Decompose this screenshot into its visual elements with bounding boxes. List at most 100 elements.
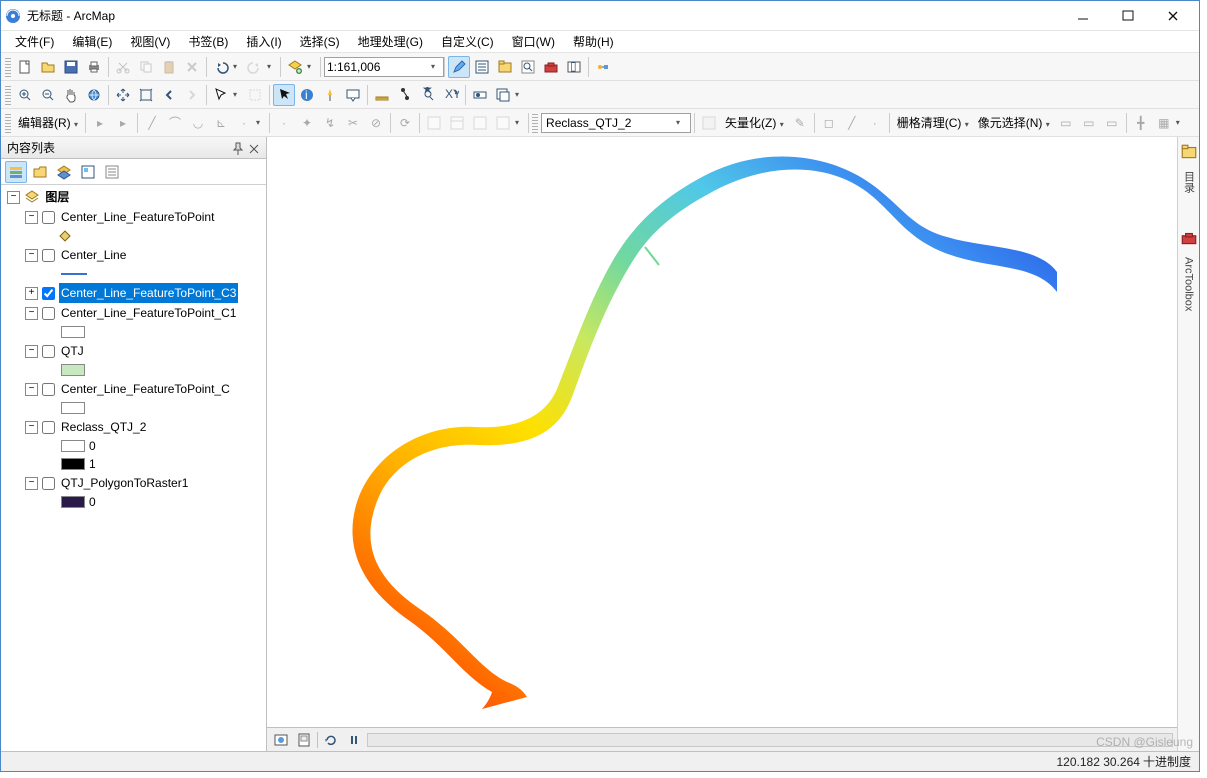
layer-visibility-checkbox[interactable] — [42, 383, 55, 396]
layer-item[interactable]: Center_Line_FeatureToPoint_C1 — [59, 303, 238, 323]
split-button[interactable]: ⊘ — [365, 112, 387, 134]
vectorize-menu[interactable]: 矢量化(Z) ▾ — [721, 114, 788, 131]
expand-toggle[interactable]: − — [25, 383, 38, 396]
menu-insert[interactable]: 插入(I) — [238, 31, 289, 52]
raster-snap-options-button[interactable] — [698, 112, 720, 134]
new-button[interactable] — [14, 56, 36, 78]
search-button[interactable] — [517, 56, 539, 78]
toolbar-grip[interactable] — [5, 85, 11, 105]
refresh-button[interactable] — [321, 731, 341, 749]
straight-segment-button[interactable]: ╱ — [141, 112, 163, 134]
back-button[interactable] — [158, 84, 180, 106]
vec-line-button[interactable]: ╱ — [841, 112, 863, 134]
root-layer[interactable]: 图层 — [43, 187, 71, 207]
pin-icon[interactable] — [230, 141, 244, 155]
cs1-button[interactable]: ▭ — [1055, 112, 1077, 134]
layer-visibility-checkbox[interactable] — [42, 249, 55, 262]
undo-button[interactable] — [210, 56, 232, 78]
expand-toggle[interactable]: + — [25, 287, 38, 300]
expand-toggle[interactable]: − — [25, 307, 38, 320]
vec-trace-button[interactable]: ✎ — [789, 112, 811, 134]
pause-button[interactable] — [344, 731, 364, 749]
layer-visibility-checkbox[interactable] — [42, 287, 55, 300]
find-button[interactable] — [394, 84, 416, 106]
trace-button[interactable]: ◡ — [187, 112, 209, 134]
reshape-button[interactable]: ↯ — [319, 112, 341, 134]
layout-view-tab[interactable] — [294, 731, 314, 749]
close-button[interactable] — [1150, 2, 1195, 30]
cut-button[interactable] — [112, 56, 134, 78]
toc-tab-drawing[interactable] — [5, 161, 27, 183]
close-panel-icon[interactable] — [246, 141, 260, 155]
expand-toggle[interactable]: − — [7, 191, 20, 204]
map-view[interactable] — [267, 137, 1177, 727]
expand-toggle[interactable]: − — [25, 345, 38, 358]
layer-visibility-checkbox[interactable] — [42, 477, 55, 490]
raster-cleanup-menu[interactable]: 栅格清理(C) ▾ — [893, 114, 973, 131]
point-button[interactable]: · — [273, 112, 295, 134]
toolbox-dock-icon[interactable] — [1180, 229, 1198, 247]
menu-windows[interactable]: 窗口(W) — [504, 31, 563, 52]
layer-item[interactable]: Center_Line_FeatureToPoint_C — [59, 379, 232, 399]
toc-button[interactable] — [471, 56, 493, 78]
python-button[interactable]: ▯ — [563, 56, 585, 78]
expand-toggle[interactable]: − — [25, 249, 38, 262]
edit-anno-button[interactable]: ▸ — [112, 112, 134, 134]
identify-button[interactable]: i — [296, 84, 318, 106]
select-features-button[interactable] — [210, 84, 232, 106]
menu-help[interactable]: 帮助(H) — [565, 31, 622, 52]
add-data-button[interactable] — [284, 56, 306, 78]
toc-tab-options[interactable] — [101, 161, 123, 183]
fixed-zoom-in-button[interactable] — [112, 84, 134, 106]
create-features-button[interactable] — [469, 112, 491, 134]
arcscan-layer-select[interactable]: Reclass_QTJ_2▾ — [541, 113, 691, 133]
edit-options-button[interactable] — [492, 112, 514, 134]
time-slider-button[interactable] — [469, 84, 491, 106]
zoom-in-button[interactable] — [14, 84, 36, 106]
toc-tab-source[interactable] — [29, 161, 51, 183]
layer-visibility-checkbox[interactable] — [42, 307, 55, 320]
delete-button[interactable] — [181, 56, 203, 78]
cs5-button[interactable]: ▦ — [1153, 112, 1175, 134]
menu-edit[interactable]: 编辑(E) — [64, 31, 120, 52]
vec-shape-button[interactable]: ◻ — [818, 112, 840, 134]
hyperlink-button[interactable] — [319, 84, 341, 106]
save-button[interactable] — [60, 56, 82, 78]
menu-geoprocessing[interactable]: 地理处理(G) — [350, 31, 431, 52]
right-angle-button[interactable]: ⊾ — [210, 112, 232, 134]
edit-tool-button[interactable]: ▸ — [89, 112, 111, 134]
edit-vertices-button[interactable]: ✦ — [296, 112, 318, 134]
vec-point-button[interactable]: · — [864, 112, 886, 134]
toc-tree[interactable]: − 图层−Center_Line_FeatureToPoint−Center_L… — [1, 185, 266, 751]
catalog-dock-icon[interactable] — [1180, 143, 1198, 161]
model-builder-button[interactable] — [592, 56, 614, 78]
measure-button[interactable] — [371, 84, 393, 106]
toolbar-grip[interactable] — [5, 113, 11, 133]
menu-customize[interactable]: 自定义(C) — [433, 31, 502, 52]
catalog-button[interactable] — [494, 56, 516, 78]
data-view-tab[interactable] — [271, 731, 291, 749]
layer-item[interactable]: Center_Line_FeatureToPoint_C3 — [59, 283, 238, 303]
layer-item[interactable]: QTJ — [59, 341, 86, 361]
catalog-dock-label[interactable]: 目录 — [1181, 171, 1197, 193]
toolbar-grip[interactable] — [5, 57, 11, 77]
minimize-button[interactable] — [1060, 2, 1105, 30]
print-button[interactable] — [83, 56, 105, 78]
maximize-button[interactable] — [1105, 2, 1150, 30]
layer-visibility-checkbox[interactable] — [42, 345, 55, 358]
editor-toolbar-button[interactable] — [448, 56, 470, 78]
layer-item[interactable]: Reclass_QTJ_2 — [59, 417, 148, 437]
cs4-button[interactable]: ╋ — [1130, 112, 1152, 134]
redo-button[interactable] — [244, 56, 266, 78]
cs2-button[interactable]: ▭ — [1078, 112, 1100, 134]
map-scrollbar[interactable] — [367, 733, 1173, 747]
zoom-out-button[interactable] — [37, 84, 59, 106]
rotate-button[interactable]: ⟳ — [394, 112, 416, 134]
layer-visibility-checkbox[interactable] — [42, 421, 55, 434]
cut-polygons-button[interactable]: ✂ — [342, 112, 364, 134]
expand-toggle[interactable]: − — [25, 477, 38, 490]
midpoint-button[interactable]: · — [233, 112, 255, 134]
cell-select-menu[interactable]: 像元选择(N) ▾ — [974, 114, 1054, 131]
toolbox-button[interactable] — [540, 56, 562, 78]
forward-button[interactable] — [181, 84, 203, 106]
